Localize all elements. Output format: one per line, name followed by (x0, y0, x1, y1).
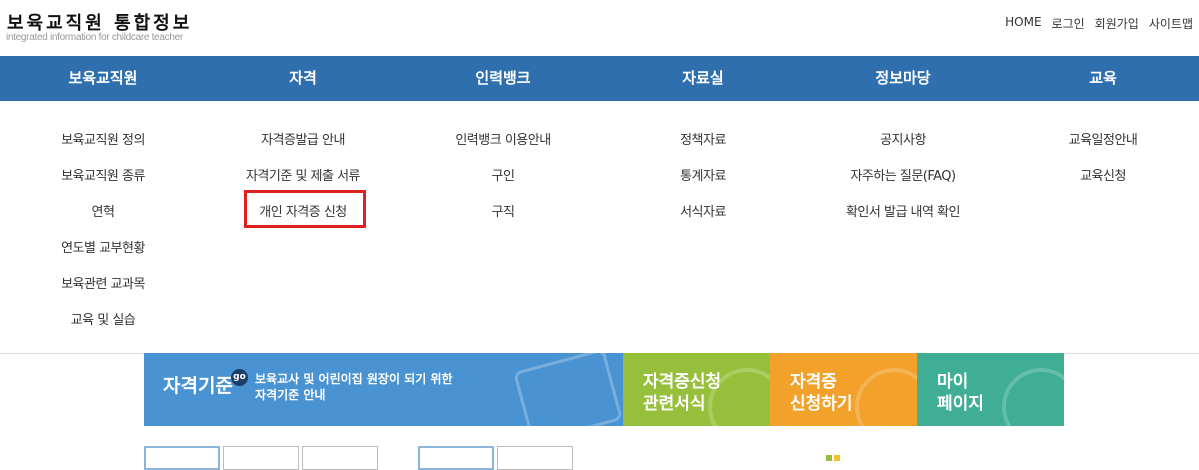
tile-label-line: 자격증 (790, 372, 837, 392)
tile-label-line: 페이지 (937, 394, 984, 414)
user-icon (1002, 368, 1064, 426)
bottom-tabs-left (144, 446, 381, 470)
submenu-item[interactable]: 보육관련 교과목 (3, 267, 203, 303)
logo-mark-icon (834, 455, 840, 461)
apply-certificate-tile[interactable]: 자격증 신청하기 (770, 353, 917, 426)
submenu-item[interactable]: 보육교직원 종류 (3, 159, 203, 195)
my-page-tile[interactable]: 마이 페이지 (917, 353, 1064, 426)
tab[interactable] (223, 446, 299, 470)
submenu-item[interactable]: 인력뱅크 이용안내 (403, 123, 603, 159)
tab[interactable] (144, 446, 220, 470)
nav-resources[interactable]: 자료실 (618, 56, 788, 101)
tile-label-line: 신청하기 (790, 394, 853, 414)
submenu-item[interactable]: 교육 및 실습 (3, 303, 203, 339)
site-header: 보육교직원 통합정보 integrated information for ch… (0, 0, 1199, 56)
utility-nav: HOME 로그인 회원가입 사이트맵 (1005, 15, 1193, 32)
submenu-item[interactable]: 자격기준 및 제출 서류 (203, 159, 403, 195)
bottom-tabs-right (418, 446, 576, 470)
submenu-item[interactable]: 연도별 교부현황 (3, 231, 203, 267)
nav-qualification[interactable]: 자격 (218, 56, 388, 101)
submenu-workforce-bank: 인력뱅크 이용안내 구인 구직 (403, 123, 603, 231)
mega-menu: 보육교직원 정의 보육교직원 종류 연혁 연도별 교부현황 보육관련 교과목 교… (0, 101, 1199, 354)
submenu-item[interactable]: 교육신청 (1003, 159, 1199, 195)
qualification-standard-banner[interactable]: 자격기준 go 보육교사 및 어린이집 원장이 되기 위한 자격기준 안내 (144, 353, 623, 426)
nav-info[interactable]: 정보마당 (818, 56, 988, 101)
tile-label: 자격증 신청하기 (790, 371, 853, 415)
signup-link[interactable]: 회원가입 (1095, 15, 1139, 32)
pencil-icon (855, 368, 917, 426)
tab[interactable] (302, 446, 378, 470)
submenu-item[interactable]: 정책자료 (603, 123, 803, 159)
submenu-item[interactable]: 자격증발급 안내 (203, 123, 403, 159)
sitemap-link[interactable]: 사이트맵 (1149, 15, 1193, 32)
banner-desc-line: 보육교사 및 어린이집 원장이 되기 위한 (255, 372, 453, 386)
submenu-item[interactable]: 자주하는 질문(FAQ) (803, 159, 1003, 195)
submenu-education: 교육일정안내 교육신청 (1003, 123, 1199, 195)
login-link[interactable]: 로그인 (1052, 15, 1085, 32)
nav-workforce-bank[interactable]: 인력뱅크 (418, 56, 588, 101)
submenu-resources: 정책자료 통계자료 서식자료 (603, 123, 803, 231)
logo-mark-icon (826, 455, 832, 461)
submenu-item[interactable]: 교육일정안내 (1003, 123, 1199, 159)
certificate-forms-tile[interactable]: 자격증신청 관련서식 (623, 353, 770, 426)
submenu-item[interactable]: 보육교직원 정의 (3, 123, 203, 159)
tile-label: 마이 페이지 (937, 371, 984, 415)
banner-desc-line: 자격기준 안내 (255, 388, 326, 402)
submenu-item-personal-certificate[interactable]: 개인 자격증 신청 (203, 195, 403, 231)
tile-label-line: 자격증신청 (643, 372, 722, 392)
submenu-item[interactable]: 공지사항 (803, 123, 1003, 159)
banner-description: 보육교사 및 어린이집 원장이 되기 위한 자격기준 안내 (255, 371, 453, 403)
main-nav: 보육교직원 자격 인력뱅크 자료실 정보마당 교육 (0, 56, 1199, 101)
nav-education[interactable]: 교육 (1018, 56, 1188, 101)
site-logo-subtitle: integrated information for childcare tea… (6, 32, 183, 43)
tab[interactable] (418, 446, 494, 470)
submenu-item[interactable]: 확인서 발급 내역 확인 (803, 195, 1003, 231)
tile-label-line: 마이 (937, 372, 969, 392)
tab[interactable] (497, 446, 573, 470)
submenu-item[interactable]: 구직 (403, 195, 603, 231)
submenu-item[interactable]: 구인 (403, 159, 603, 195)
go-icon: go (231, 369, 248, 386)
license-card-icon (513, 353, 623, 426)
submenu-item[interactable]: 서식자료 (603, 195, 803, 231)
banner-title: 자격기준 (163, 375, 233, 397)
submenu-qualification: 자격증발급 안내 자격기준 및 제출 서류 개인 자격증 신청 (203, 123, 403, 231)
submenu-item[interactable]: 통계자료 (603, 159, 803, 195)
submenu-childcare-staff: 보육교직원 정의 보육교직원 종류 연혁 연도별 교부현황 보육관련 교과목 교… (3, 123, 203, 339)
home-link[interactable]: HOME (1005, 15, 1041, 32)
nav-childcare-staff[interactable]: 보육교직원 (18, 56, 188, 101)
submenu-info: 공지사항 자주하는 질문(FAQ) 확인서 발급 내역 확인 (803, 123, 1003, 231)
submenu-item[interactable]: 연혁 (3, 195, 203, 231)
